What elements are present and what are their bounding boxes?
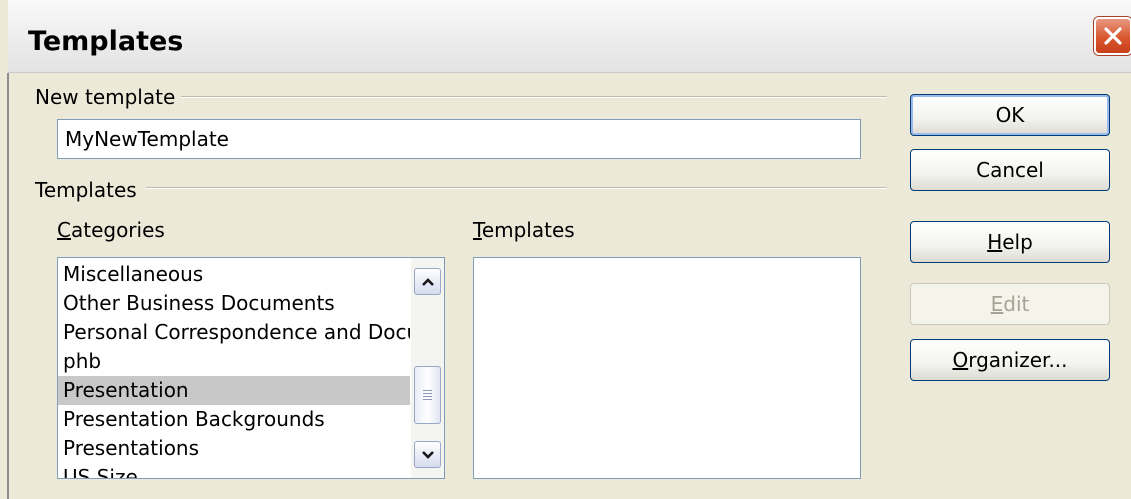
categories-list: Miscellaneous Other Business Documents Per… [58, 260, 410, 478]
chevron-down-icon [421, 445, 435, 464]
new-template-group-label: New template [35, 85, 176, 109]
dialog-title: Templates [28, 26, 184, 57]
new-template-group-divider [181, 96, 887, 98]
cancel-button[interactable]: Cancel [910, 149, 1110, 191]
templates-list-label: Templates [473, 218, 575, 242]
scroll-down-button[interactable] [414, 441, 441, 468]
category-item[interactable]: US Size [58, 463, 410, 478]
category-item[interactable]: Presentation Backgrounds [58, 405, 410, 434]
category-item[interactable]: Presentations [58, 434, 410, 463]
scroll-up-button[interactable] [414, 268, 441, 295]
scroll-thumb[interactable] [414, 366, 441, 424]
organizer-button[interactable]: Organizer... [910, 339, 1110, 381]
categories-label: Categories [57, 218, 165, 242]
categories-scrollbar[interactable] [411, 258, 444, 478]
category-item[interactable]: phb [58, 347, 410, 376]
title-bar[interactable]: Templates [8, 0, 1131, 73]
category-item[interactable]: Presentation [58, 376, 410, 405]
category-item[interactable]: Miscellaneous [58, 260, 410, 289]
templates-group-label: Templates [35, 178, 137, 202]
edit-button: Edit [910, 283, 1110, 325]
grip-icon [423, 388, 432, 402]
help-button[interactable]: Help [910, 221, 1110, 263]
chevron-up-icon [421, 272, 435, 291]
close-button[interactable] [1094, 17, 1131, 55]
templates-listbox[interactable] [473, 257, 861, 479]
window-left-border [7, 73, 9, 499]
template-name-input[interactable] [57, 119, 861, 159]
templates-group-divider [146, 187, 887, 189]
close-icon [1102, 25, 1124, 47]
category-item[interactable]: Personal Correspondence and Docu [58, 318, 410, 347]
categories-listbox[interactable]: Miscellaneous Other Business Documents Per… [57, 257, 445, 479]
category-item[interactable]: Other Business Documents [58, 289, 410, 318]
ok-button[interactable]: OK [910, 94, 1110, 136]
